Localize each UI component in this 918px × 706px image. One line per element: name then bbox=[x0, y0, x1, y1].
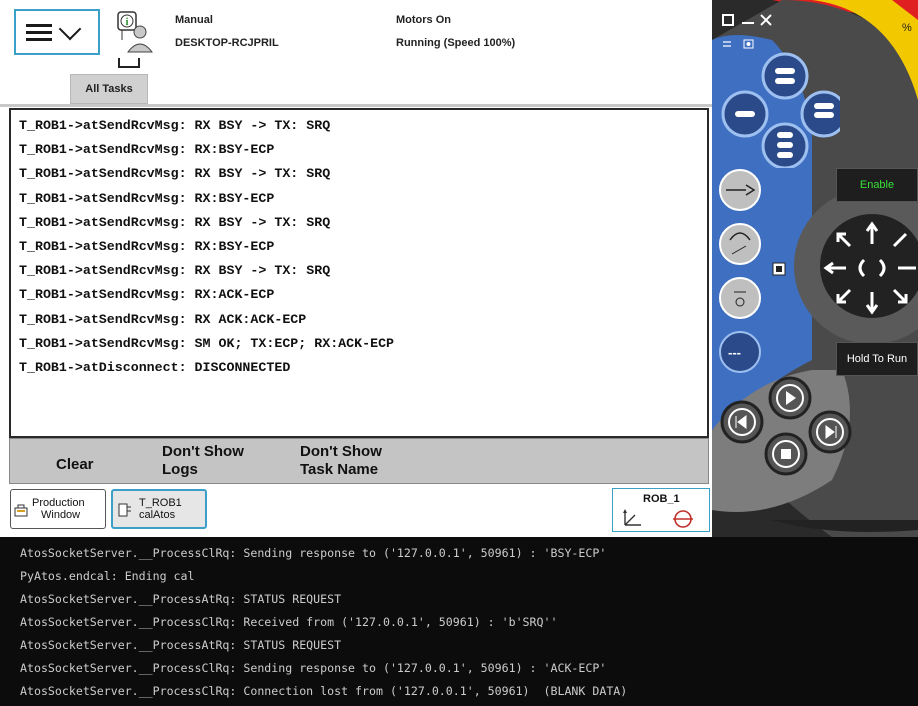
quickset-rob1-button[interactable]: ROB_1 bbox=[612, 488, 710, 532]
log-line: T_ROB1->atSendRcvMsg: RX:BSY-ECP bbox=[19, 142, 275, 158]
terminal-line: AtosSocketServer.__ProcessClRq: Sending … bbox=[20, 546, 607, 560]
trob1-calatos-button[interactable]: T_ROB1 calAtos bbox=[111, 489, 207, 529]
program-editor-icon bbox=[118, 503, 131, 517]
arrow-down-icon bbox=[865, 292, 879, 315]
dont-show-logs-line1: Don't Show bbox=[162, 443, 244, 460]
rob1-label: ROB_1 bbox=[643, 493, 680, 505]
log-line: T_ROB1->atSendRcvMsg: RX:ACK-ECP bbox=[19, 287, 275, 303]
svg-text:i: i bbox=[126, 17, 129, 28]
hamburger-icon bbox=[26, 24, 52, 27]
log-line: T_ROB1->atSendRcvMsg: RX BSY -> TX: SRQ bbox=[19, 214, 331, 230]
close-icon[interactable] bbox=[760, 14, 772, 26]
terminal-line: AtosSocketServer.__ProcessClRq: Received… bbox=[20, 615, 558, 629]
tree-connector bbox=[118, 58, 140, 68]
clear-button[interactable]: Clear bbox=[56, 456, 94, 474]
motors-text: Motors On bbox=[396, 14, 451, 26]
speed-percent-label: % bbox=[902, 22, 912, 34]
tab-all-tasks[interactable]: All Tasks bbox=[70, 74, 148, 104]
command-bar: Clear Don't Show Logs Don't Show Task Na… bbox=[9, 438, 709, 484]
log-line: T_ROB1->atSendRcvMsg: RX:BSY-ECP bbox=[19, 238, 275, 254]
top-bar: i Manual DESKTOP-RCJPRIL Motors On Runni… bbox=[0, 0, 809, 60]
terminal-line: AtosSocketServer.__ProcessClRq: Connecti… bbox=[20, 684, 628, 698]
dont-show-task-line1: Don't Show bbox=[300, 443, 382, 460]
status-panel[interactable]: Manual DESKTOP-RCJPRIL Motors On Running… bbox=[164, 8, 809, 60]
hamburger-line bbox=[26, 31, 52, 34]
mode-text: Manual bbox=[175, 14, 213, 26]
log-line: T_ROB1->atSendRcvMsg: RX BSY -> TX: SRQ bbox=[19, 166, 331, 182]
divider bbox=[0, 104, 712, 107]
jog-control-panel: % --- Enable Hold To Run bbox=[712, 0, 918, 537]
terminal-line: AtosSocketServer.__ProcessClRq: Sending … bbox=[20, 661, 607, 675]
terminal-line: PyAtos.endcal: Ending cal bbox=[20, 569, 195, 583]
log-line: T_ROB1->atSendRcvMsg: SM OK; TX:ECP; RX:… bbox=[19, 335, 395, 351]
abb-menu-button[interactable] bbox=[14, 9, 100, 55]
log-line: T_ROB1->atSendRcvMsg: RX BSY -> TX: SRQ bbox=[19, 263, 331, 279]
log-line: T_ROB1->atSendRcvMsg: RX:BSY-ECP bbox=[19, 190, 275, 206]
flexpendant-window: i Manual DESKTOP-RCJPRIL Motors On Runni… bbox=[0, 0, 809, 537]
terminal-output[interactable]: AtosSocketServer.__ProcessClRq: Sending … bbox=[0, 537, 918, 706]
taskbar: Production Window T_ROB1 calAtos ROB_1 bbox=[0, 486, 712, 537]
production-label: Production bbox=[32, 497, 85, 509]
terminal-line: AtosSocketServer.__ProcessAtRq: STATUS R… bbox=[20, 592, 342, 606]
jog-lock-icon[interactable] bbox=[772, 262, 786, 276]
production-window-button[interactable]: Production Window bbox=[10, 489, 106, 529]
production-window-icon bbox=[14, 504, 28, 517]
log-line: T_ROB1->atSendRcvMsg: RX BSY -> TX: SRQ bbox=[19, 118, 331, 133]
log-line: T_ROB1->atDisconnect: DISCONNECTED bbox=[19, 359, 291, 375]
program-run-buttons[interactable] bbox=[712, 376, 852, 486]
calatos-label: calAtos bbox=[139, 509, 176, 521]
jog-mode-buttons[interactable] bbox=[720, 48, 840, 168]
arrow-up-icon bbox=[865, 221, 879, 244]
minimize-icon[interactable] bbox=[742, 22, 754, 24]
dont-show-task-line2: Task Name bbox=[300, 461, 379, 478]
trob1-label: T_ROB1 bbox=[139, 497, 182, 509]
hold-to-run-button[interactable]: Hold To Run bbox=[836, 342, 918, 376]
hamburger-line bbox=[26, 38, 52, 41]
dont-show-logs-line2: Logs bbox=[162, 461, 198, 478]
joystick[interactable] bbox=[820, 216, 918, 320]
task-log-list[interactable]: T_ROB1->atSendRcvMsg: RX BSY -> TX: SRQ … bbox=[9, 108, 709, 438]
terminal-line: AtosSocketServer.__ProcessAtRq: STATUS R… bbox=[20, 638, 342, 652]
dont-show-logs-button[interactable]: Don't Show Logs bbox=[162, 443, 244, 479]
dont-show-task-name-button[interactable]: Don't Show Task Name bbox=[300, 443, 382, 479]
arrow-left-icon bbox=[823, 261, 846, 275]
window-label: Window bbox=[41, 509, 81, 521]
minus-label: --- bbox=[728, 345, 741, 360]
coordinate-system-icon bbox=[623, 509, 693, 528]
chevron-down-icon bbox=[58, 17, 82, 41]
log-line: T_ROB1->atSendRcvMsg: RX ACK:ACK-ECP bbox=[19, 311, 307, 327]
host-text: DESKTOP-RCJPRIL bbox=[175, 37, 279, 49]
maximize-icon[interactable] bbox=[722, 14, 734, 26]
stop-icon bbox=[781, 449, 791, 459]
event-log-icon[interactable]: i bbox=[114, 10, 158, 56]
running-text: Running (Speed 100%) bbox=[396, 37, 516, 49]
enable-indicator[interactable]: Enable bbox=[836, 168, 918, 202]
